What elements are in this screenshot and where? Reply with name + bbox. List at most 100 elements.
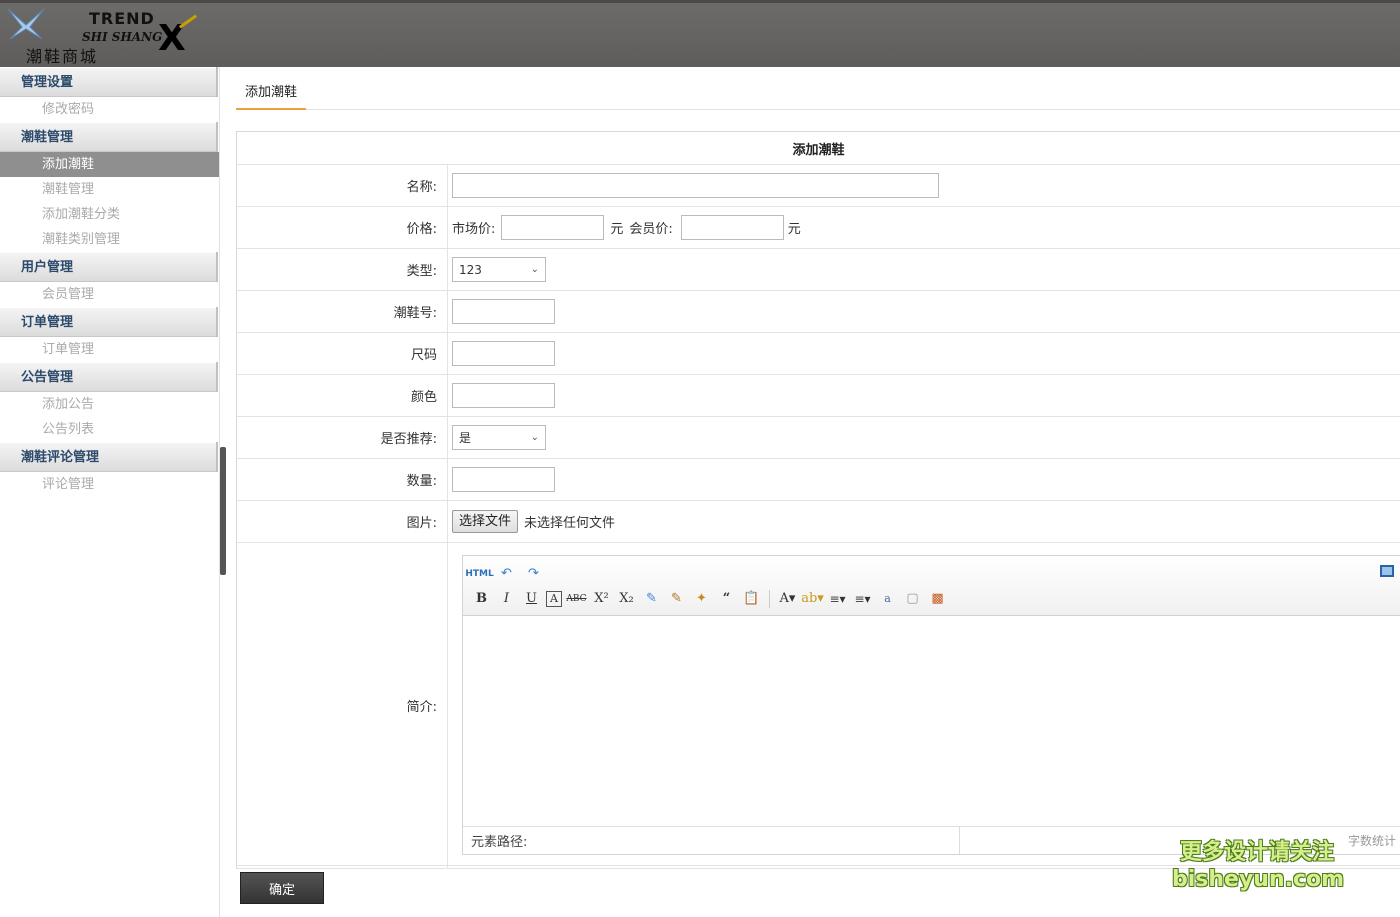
type-select-value: 123 (459, 262, 482, 277)
sidebar-group-shoes[interactable]: 潮鞋管理 (0, 122, 216, 152)
add-shoe-form: 添加潮鞋 名称: 价格: 市场价: 元 会员价: 元 类型: 123 ⌄ 潮鞋号… (236, 131, 1400, 869)
quantity-label: 数量: (237, 459, 448, 500)
word-count: 字数统计 (1347, 834, 1396, 848)
recommend-label: 是否推荐: (237, 417, 448, 458)
sidebar-item-notice-list[interactable]: 公告列表 (0, 417, 219, 442)
chevron-down-icon: ⌄ (530, 432, 539, 443)
sidebar-group-settings[interactable]: 管理设置 (0, 67, 216, 97)
main-content: 添加潮鞋 添加潮鞋 名称: 价格: 市场价: 元 会员价: 元 类型: 123 (236, 67, 1400, 917)
undo-icon[interactable]: ↶ (496, 564, 517, 583)
row-price: 价格: 市场价: 元 会员价: 元 (237, 207, 1400, 249)
market-price-input[interactable] (501, 215, 605, 240)
auto-format-icon[interactable]: ✦ (691, 589, 712, 608)
tab-bar: 添加潮鞋 (236, 67, 1400, 110)
quantity-input[interactable] (452, 467, 555, 492)
recommend-select[interactable]: 是 ⌄ (452, 425, 546, 450)
row-image: 图片: 选择文件 未选择任何文件 (237, 501, 1400, 543)
intro-label: 简介: (237, 543, 448, 868)
anchor-icon[interactable]: a (877, 589, 898, 608)
sidebar: 管理设置 修改密码 潮鞋管理 添加潮鞋 潮鞋管理 添加潮鞋分类 潮鞋类别管理 用… (0, 67, 220, 917)
logo-cn-text: 潮鞋商城 (26, 47, 99, 66)
code-label: 潮鞋号: (237, 291, 448, 332)
page-break-icon[interactable]: ▢ (902, 589, 923, 608)
row-recommend: 是否推荐: 是 ⌄ (237, 417, 1400, 459)
sidebar-group-users[interactable]: 用户管理 (0, 252, 216, 282)
editor-content-area[interactable] (463, 616, 1400, 826)
row-name: 名称: (237, 165, 1400, 207)
name-input[interactable] (452, 173, 939, 198)
sidebar-item-shoe-manage[interactable]: 潮鞋管理 (0, 177, 219, 202)
italic-icon[interactable]: I (496, 589, 517, 608)
image-label: 图片: (237, 501, 448, 542)
watermark: 更多设计请关注 bisheyun.com (1172, 839, 1345, 893)
toolbar-divider (769, 589, 770, 608)
code-input[interactable] (452, 299, 555, 324)
top-header: TREND SHI SHANG 潮鞋商城 X (0, 0, 1400, 67)
row-color: 颜色 (237, 375, 1400, 417)
ordered-list-icon[interactable]: ≡▾ (827, 589, 848, 608)
paste-plain-icon[interactable]: 📋 (741, 589, 762, 608)
member-price-unit: 元 (787, 222, 801, 237)
market-price-label: 市场价: (452, 222, 496, 237)
sidebar-group-orders[interactable]: 订单管理 (0, 307, 216, 337)
fullscreen-icon[interactable] (1380, 565, 1394, 577)
font-color-icon[interactable]: A▾ (777, 589, 798, 608)
sidebar-group-notices[interactable]: 公告管理 (0, 362, 216, 392)
row-code: 潮鞋号: (237, 291, 1400, 333)
rich-text-editor: HTML ↶ ↷ B I U A ABC X² X₂ ✎ ✎ ✦ “ 📋 A▾ … (462, 555, 1400, 855)
sidebar-group-comments[interactable]: 潮鞋评论管理 (0, 442, 216, 472)
size-label: 尺码 (237, 333, 448, 374)
size-input[interactable] (452, 341, 555, 366)
sidebar-item-comments[interactable]: 评论管理 (0, 472, 219, 497)
editor-toolbar: HTML ↶ ↷ B I U A ABC X² X₂ ✎ ✎ ✦ “ 📋 A▾ … (463, 556, 1400, 616)
strikethrough-icon[interactable]: ABC (566, 589, 587, 608)
name-label: 名称: (237, 165, 448, 206)
recommend-select-value: 是 (459, 431, 472, 445)
sidebar-item-change-password[interactable]: 修改密码 (0, 97, 219, 122)
logo-trend-text: TREND (89, 9, 155, 28)
unordered-list-icon[interactable]: ≡▾ (852, 589, 873, 608)
underline-icon[interactable]: U (521, 589, 542, 608)
row-size: 尺码 (237, 333, 1400, 375)
image-icon[interactable]: ▩ (927, 589, 948, 608)
logo-sub-text: SHI SHANG (82, 30, 163, 44)
form-title: 添加潮鞋 (237, 132, 1400, 165)
type-label: 类型: (237, 249, 448, 290)
type-select[interactable]: 123 ⌄ (452, 257, 546, 282)
sidebar-item-add-notice[interactable]: 添加公告 (0, 392, 219, 417)
sidebar-item-add-category[interactable]: 添加潮鞋分类 (0, 202, 219, 227)
format-brush-icon[interactable]: ✎ (666, 589, 687, 608)
submit-button[interactable]: 确定 (240, 872, 324, 904)
member-price-label: 会员价: (629, 222, 673, 237)
row-quantity: 数量: (237, 459, 1400, 501)
color-input[interactable] (452, 383, 555, 408)
tab-add-shoe[interactable]: 添加潮鞋 (236, 81, 306, 110)
member-price-input[interactable] (680, 215, 784, 240)
element-path: 元素路径: (463, 827, 960, 854)
bold-icon[interactable]: B (471, 589, 492, 608)
sidebar-item-orders[interactable]: 订单管理 (0, 337, 219, 362)
superscript-icon[interactable]: X² (591, 589, 612, 608)
sidebar-item-members[interactable]: 会员管理 (0, 282, 219, 307)
sidebar-item-category-manage[interactable]: 潮鞋类别管理 (0, 227, 219, 252)
site-logo[interactable]: TREND SHI SHANG 潮鞋商城 X (0, 3, 220, 70)
file-status: 未选择任何文件 (524, 516, 616, 531)
font-border-icon[interactable]: A (546, 590, 562, 607)
watermark-line2: bisheyun.com (1172, 867, 1345, 892)
highlight-icon[interactable]: ab▾ (801, 589, 824, 608)
choose-file-button[interactable]: 选择文件 (452, 510, 519, 533)
quote-icon[interactable]: “ (716, 589, 737, 608)
html-source-icon[interactable]: HTML (465, 564, 493, 583)
color-label: 颜色 (237, 375, 448, 416)
row-intro: 简介: HTML ↶ ↷ B I U A ABC X² X₂ ✎ ✎ ✦ “ 📋… (237, 543, 1400, 869)
sidebar-splitter[interactable] (220, 447, 226, 575)
price-label: 价格: (237, 207, 448, 248)
eraser-icon[interactable]: ✎ (641, 589, 662, 608)
chevron-down-icon: ⌄ (530, 264, 539, 275)
logo-star-icon (7, 8, 45, 40)
row-type: 类型: 123 ⌄ (237, 249, 1400, 291)
redo-icon[interactable]: ↷ (523, 564, 544, 583)
market-price-unit: 元 (610, 222, 624, 237)
sidebar-item-add-shoe[interactable]: 添加潮鞋 (0, 152, 219, 177)
subscript-icon[interactable]: X₂ (616, 589, 637, 608)
